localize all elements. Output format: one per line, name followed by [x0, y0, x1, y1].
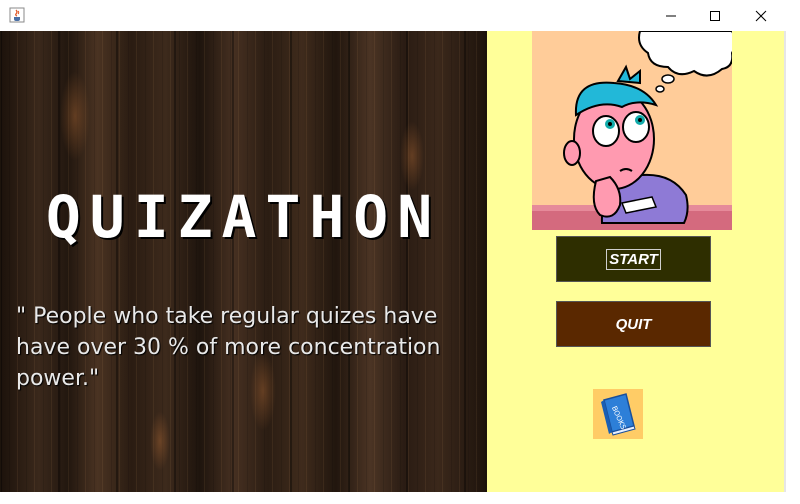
start-button[interactable]: START [556, 236, 711, 282]
window-edge [786, 0, 800, 504]
books-icon[interactable]: BOOKS [593, 389, 643, 439]
window-title-bar [0, 0, 786, 31]
close-button[interactable] [738, 0, 784, 31]
close-icon [755, 10, 767, 21]
wood-background-panel: QUIZATHON " People who take regular quiz… [0, 31, 487, 492]
quote-text: " People who take regular quizes have ha… [16, 304, 441, 391]
minimize-button[interactable] [648, 0, 694, 31]
maximize-icon [710, 10, 720, 21]
start-button-label: START [606, 248, 661, 270]
wood-knot [60, 71, 90, 161]
thinking-boy-image [532, 31, 732, 230]
wood-knot [150, 411, 170, 471]
java-cup-icon[interactable] [9, 7, 25, 23]
window-bottom-border [0, 492, 786, 504]
side-panel: START QUIT BOOKS [487, 31, 784, 492]
maximize-button[interactable] [692, 0, 738, 31]
app-title: QUIZATHON [45, 183, 442, 251]
minimize-icon [666, 15, 676, 16]
wood-knot [400, 121, 424, 191]
quit-button-label: QUIT [615, 315, 652, 333]
quit-button[interactable]: QUIT [556, 301, 711, 347]
